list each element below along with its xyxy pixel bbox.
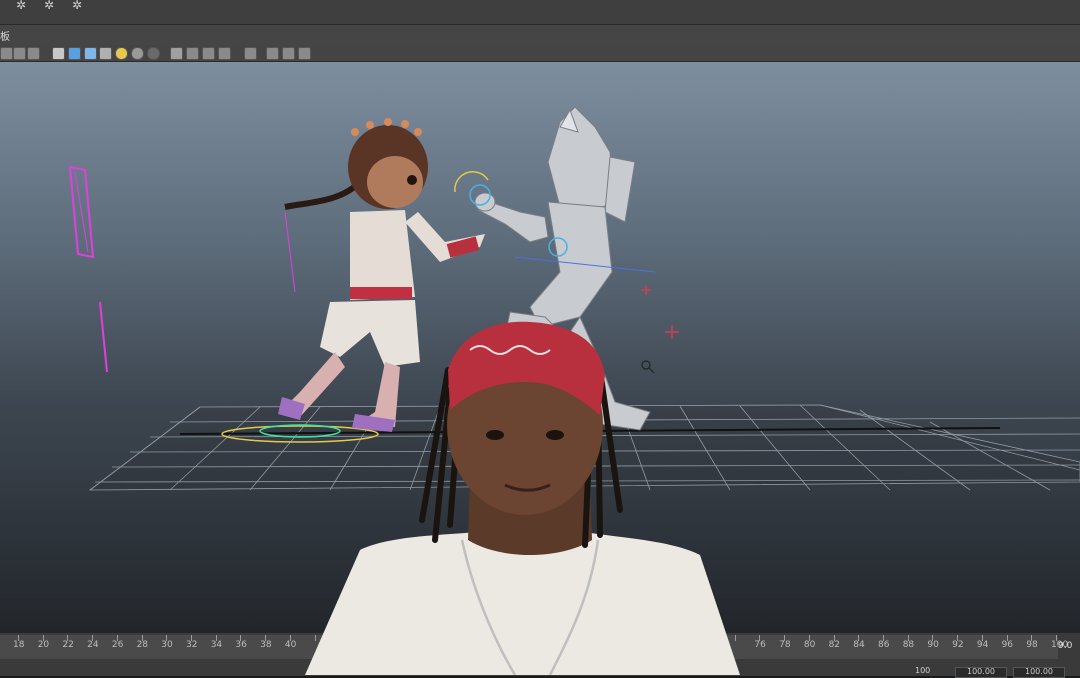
timeline-tick-label: 28: [136, 640, 149, 650]
timeline-tick-label: 22: [62, 640, 74, 650]
timeline-tick-label: 26: [111, 640, 124, 650]
timeline-tick-label: 24: [87, 640, 99, 650]
timeline-tick-label: 40: [284, 640, 297, 650]
star-icon[interactable]: ✲: [72, 0, 82, 11]
timeline-tick-label: 82: [828, 640, 841, 650]
star-icon[interactable]: ✲: [16, 0, 26, 11]
timeline-tick-label: 38: [260, 640, 272, 650]
range-start-value: 100: [915, 666, 931, 675]
image-plane-icon[interactable]: [27, 47, 40, 60]
film-gate-icon[interactable]: [282, 47, 295, 60]
select-camera-icon[interactable]: [0, 47, 13, 60]
lights-icon[interactable]: [115, 47, 128, 60]
panel-menu-label[interactable]: 板: [0, 28, 10, 43]
timeline-tick-label: 78: [779, 640, 791, 650]
isolate-select-icon[interactable]: [170, 47, 183, 60]
wireframe-on-shaded-icon[interactable]: [84, 47, 97, 60]
shadows-icon[interactable]: [131, 47, 144, 60]
playback-end-field[interactable]: 100.00: [1013, 667, 1065, 678]
timeline-tick-label: 80: [803, 640, 816, 650]
star-icon[interactable]: ✲: [44, 0, 54, 11]
presenter-overlay: [305, 321, 740, 675]
resolution-gate-icon[interactable]: [244, 47, 257, 60]
timeline-tick-label: 92: [952, 640, 964, 650]
timeline-tick-label: 36: [235, 640, 247, 650]
camera-attributes-icon[interactable]: [13, 47, 26, 60]
smooth-shade-icon[interactable]: [68, 47, 81, 60]
timeline-tick-label: 94: [976, 640, 989, 650]
timeline-tick-label: 90: [927, 640, 939, 650]
timeline-tick-label: 84: [853, 640, 865, 650]
panel-menu-bar: 板: [0, 25, 1080, 46]
textured-icon[interactable]: [99, 47, 112, 60]
ambient-occlusion-icon[interactable]: [147, 47, 160, 60]
timeline-tick-label: 32: [186, 640, 198, 650]
backface-culling-icon[interactable]: [218, 47, 231, 60]
timeline-tick-label: 20: [37, 640, 50, 650]
timeline-tick-label: 86: [878, 640, 890, 650]
window-title-bar: ✲ ✲ ✲: [0, 0, 1080, 25]
timeline-tick-label: 98: [1026, 640, 1038, 650]
wireframe-icon[interactable]: [52, 47, 65, 60]
grid-toggle-icon[interactable]: [266, 47, 279, 60]
timeline-tick-label: 96: [1001, 640, 1014, 650]
control-curves: [68, 165, 296, 373]
xray-joints-icon[interactable]: [202, 47, 215, 60]
timeline-tick-label: 88: [902, 640, 915, 650]
timeline-tick-label: 34: [210, 640, 223, 650]
current-frame-field[interactable]: 9.0: [1058, 641, 1080, 655]
timeline-tick-label: 18: [13, 640, 25, 650]
viewport-toolbar: [0, 45, 1080, 62]
range-end-field[interactable]: 100.00: [955, 667, 1007, 678]
timeline-tick-label: 30: [161, 640, 173, 650]
xray-icon[interactable]: [186, 47, 199, 60]
gate-mask-icon[interactable]: [298, 47, 311, 60]
